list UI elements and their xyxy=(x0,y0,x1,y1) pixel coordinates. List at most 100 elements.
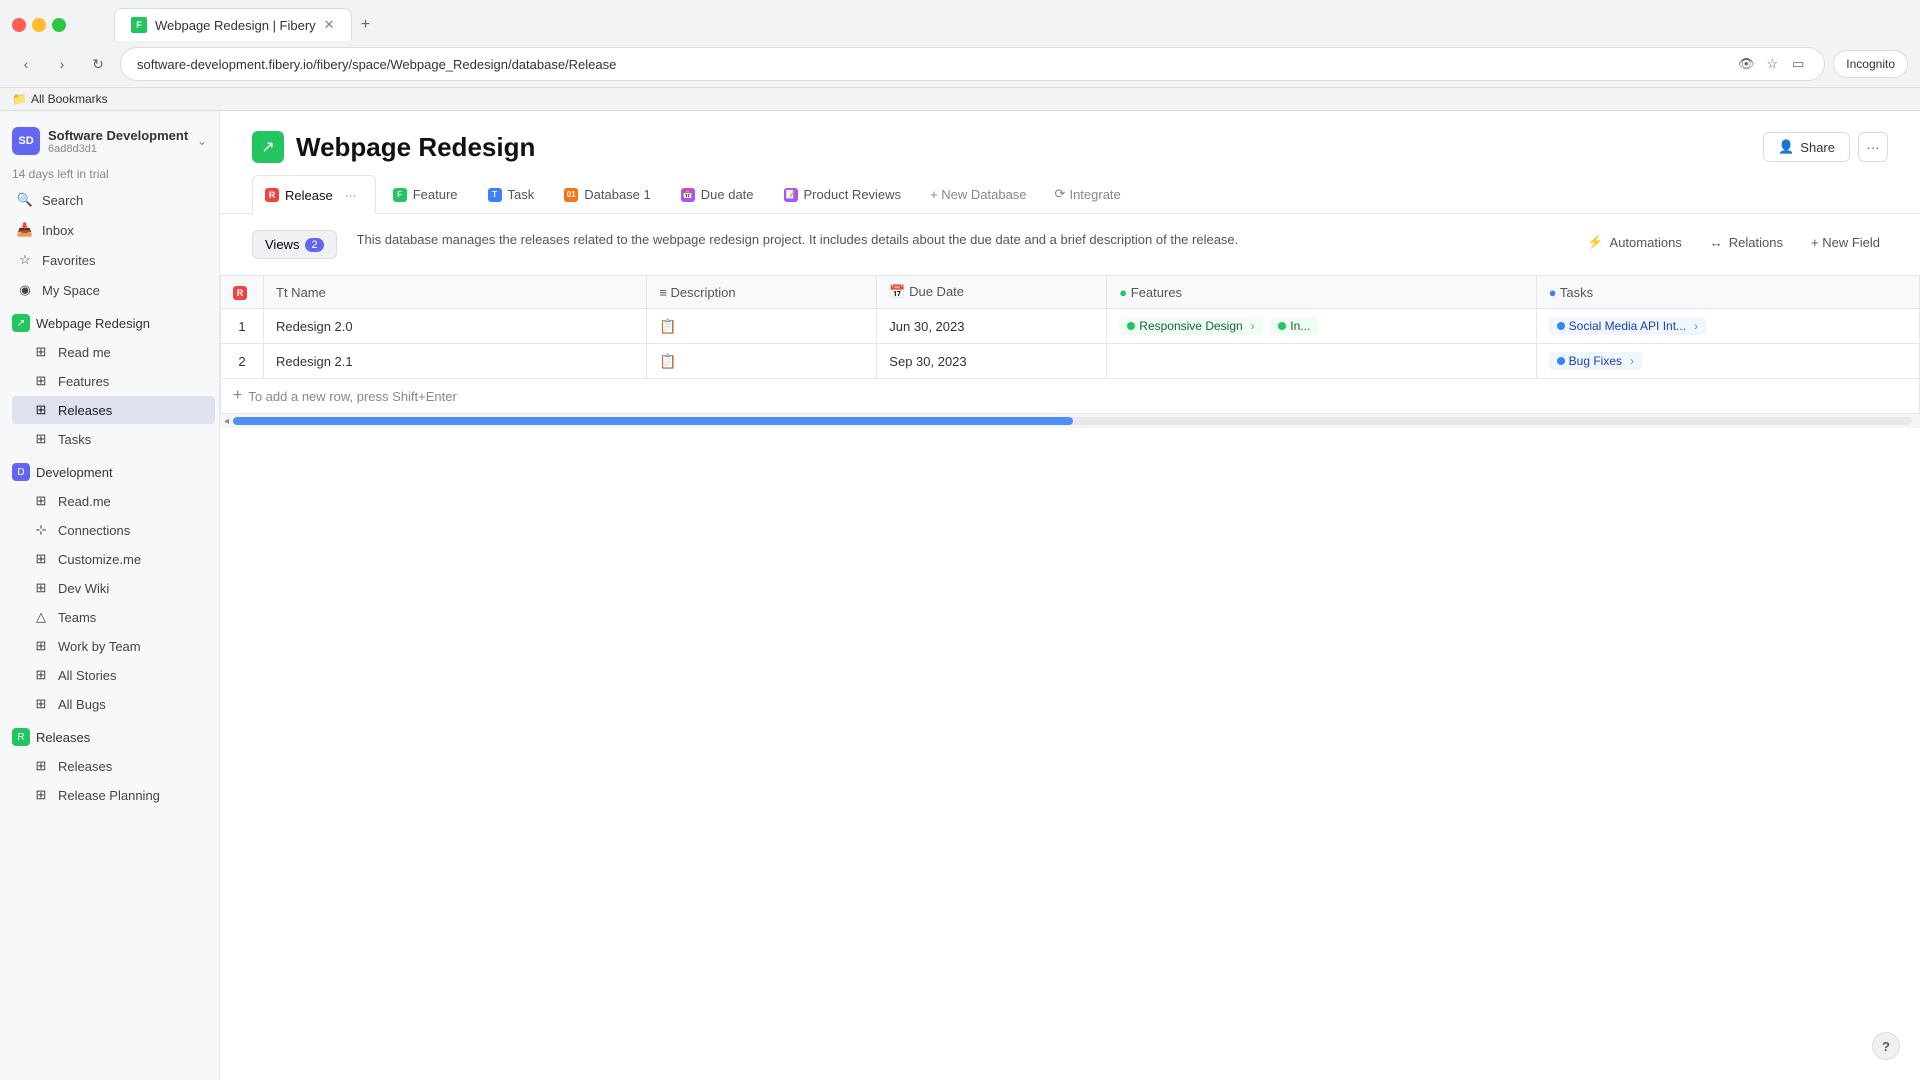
new-tab-button[interactable]: + xyxy=(352,11,380,39)
sidebar-item-inbox[interactable]: 📥 Inbox xyxy=(4,216,215,244)
row-features-2 xyxy=(1107,344,1536,379)
nodes-icon: ⊹ xyxy=(32,521,50,539)
tab-task[interactable]: T Task xyxy=(475,178,548,210)
tabs-bar: R Release ··· F Feature T Task 01 Databa… xyxy=(220,175,1920,214)
feature-tag-1[interactable]: Responsive Design › xyxy=(1119,317,1262,335)
incognito-button[interactable]: Incognito xyxy=(1833,50,1908,78)
th-tasks-icon: ● xyxy=(1549,285,1557,300)
table-row: 2 Redesign 2.1 📋 Sep 30, 2023 Bug Fixes … xyxy=(221,344,1920,379)
new-database-button[interactable]: + New Database xyxy=(918,179,1038,210)
sidebar-item-allstories[interactable]: ⊞ All Stories xyxy=(12,661,215,689)
close-button[interactable] xyxy=(12,18,26,32)
new-field-button[interactable]: + New Field xyxy=(1803,231,1888,254)
th-features[interactable]: ● Features xyxy=(1107,276,1536,309)
sidebar-item-teams[interactable]: △ Teams xyxy=(12,603,215,631)
search-label: Search xyxy=(42,193,83,208)
eye-slash-icon: 👁 xyxy=(1736,54,1756,74)
row-name-1[interactable]: Redesign 2.0 xyxy=(264,309,647,344)
section-header-webpage-redesign[interactable]: ↗ Webpage Redesign xyxy=(0,309,219,337)
section-header-releases[interactable]: R Releases xyxy=(0,723,219,751)
tab-close-button[interactable]: ✕ xyxy=(324,17,335,33)
scroll-left-arrow[interactable]: ◂ xyxy=(224,416,229,427)
section-header-development[interactable]: D Development xyxy=(0,458,219,486)
sidebar-item-readme-webpage[interactable]: ⊞ Read me xyxy=(12,338,215,366)
tab-feature[interactable]: F Feature xyxy=(380,178,471,210)
sidebar-item-releases-sub[interactable]: ⊞ Releases xyxy=(12,752,215,780)
allbugs-label: All Bugs xyxy=(58,697,106,712)
automations-button[interactable]: ⚡ Automations xyxy=(1579,230,1689,254)
horizontal-scrollbar[interactable]: ◂ xyxy=(220,414,1920,428)
chevron-down-icon: ⌄ xyxy=(197,134,207,148)
grid-icon-allbugs: ⊞ xyxy=(32,695,50,713)
minimize-button[interactable] xyxy=(32,18,46,32)
readme-label: Read me xyxy=(58,345,111,360)
forward-button[interactable]: › xyxy=(48,50,76,78)
sidebar-item-devwiki[interactable]: ⊞ Dev Wiki xyxy=(12,574,215,602)
more-options-button[interactable]: ··· xyxy=(1858,132,1888,162)
tab-database1[interactable]: 01 Database 1 xyxy=(551,178,664,210)
scrollbar-track[interactable] xyxy=(233,417,1912,425)
row-desc-2[interactable]: 📋 xyxy=(647,344,877,379)
sidebar-item-favorites[interactable]: ☆ Favorites xyxy=(4,246,215,274)
row-name-2[interactable]: Redesign 2.1 xyxy=(264,344,647,379)
tab-dot-duedate: 📅 xyxy=(681,188,695,202)
task-tag-1[interactable]: Social Media API Int... › xyxy=(1549,317,1706,335)
th-tasks[interactable]: ● Tasks xyxy=(1536,276,1919,309)
workspace-header[interactable]: SD Software Development 6ad8d3d1 ⌄ xyxy=(0,119,219,163)
sidebar-item-releaseplanning[interactable]: ⊞ Release Planning xyxy=(12,781,215,809)
sidebar-item-allbugs[interactable]: ⊞ All Bugs xyxy=(12,690,215,718)
tab-release[interactable]: R Release ··· xyxy=(252,175,376,214)
feature-tag-2[interactable]: In... xyxy=(1270,317,1318,335)
sidebar-item-tasks[interactable]: ⊞ Tasks xyxy=(12,425,215,453)
relations-button[interactable]: ↔ Relations xyxy=(1702,231,1791,254)
tab-duedate[interactable]: 📅 Due date xyxy=(668,178,767,210)
th-duedate[interactable]: 📅 Due Date xyxy=(877,276,1107,309)
sidebar-item-features[interactable]: ⊞ Features xyxy=(12,367,215,395)
sidebar-item-myspace[interactable]: ◉ My Space xyxy=(4,276,215,304)
url-text: software-development.fibery.io/fibery/sp… xyxy=(137,57,1728,72)
content-area: Views 2 This database manages the releas… xyxy=(220,214,1920,1080)
th-rownum: R xyxy=(221,276,264,309)
th-name[interactable]: Tt Name xyxy=(264,276,647,309)
help-button[interactable]: ? xyxy=(1872,1032,1900,1060)
row-desc-1[interactable]: 📋 xyxy=(647,309,877,344)
views-button[interactable]: Views 2 xyxy=(252,230,337,259)
row-date-1: Jun 30, 2023 xyxy=(877,309,1107,344)
views-section: Views 2 This database manages the releas… xyxy=(220,214,1920,275)
inbox-label: Inbox xyxy=(42,223,74,238)
window-controls[interactable] xyxy=(12,18,66,32)
bookmark-icon[interactable]: ☆ xyxy=(1762,54,1782,74)
profile-icon[interactable]: ▭ xyxy=(1788,54,1808,74)
active-tab[interactable]: F Webpage Redesign | Fibery ✕ xyxy=(114,8,352,41)
scrollbar-handle[interactable] xyxy=(233,417,1072,425)
table-container: R Tt Name ≡ Description 📅 Due Date xyxy=(220,275,1920,414)
task-tag-2[interactable]: Bug Fixes › xyxy=(1549,352,1642,370)
reload-button[interactable]: ↻ xyxy=(84,50,112,78)
sidebar-item-connections[interactable]: ⊹ Connections xyxy=(12,516,215,544)
views-label: Views xyxy=(265,237,299,252)
tab-productreviews[interactable]: 📝 Product Reviews xyxy=(771,178,915,210)
section-development: D Development ⊞ Read.me ⊹ Connections ⊞ … xyxy=(0,458,219,719)
tab-label-release: Release xyxy=(285,188,333,203)
sidebar-item-search[interactable]: 🔍 Search xyxy=(4,186,215,214)
more-arrow-task-1: › xyxy=(1694,319,1698,333)
section-label-releases: Releases xyxy=(36,730,90,745)
search-icon: 🔍 xyxy=(16,191,34,209)
customizeme-label: Customize.me xyxy=(58,552,141,567)
sidebar-item-readme-dev[interactable]: ⊞ Read.me xyxy=(12,487,215,515)
back-button[interactable]: ‹ xyxy=(12,50,40,78)
sidebar-item-workbyteam[interactable]: ⊞ Work by Team xyxy=(12,632,215,660)
automations-label: Automations xyxy=(1610,235,1682,250)
main-content: ↗ Webpage Redesign 👤 Share ··· R Release… xyxy=(220,111,1920,1080)
integrate-button[interactable]: ⟳ Integrate xyxy=(1043,178,1133,210)
maximize-button[interactable] xyxy=(52,18,66,32)
add-row-button[interactable]: + To add a new row, press Shift+Enter xyxy=(220,379,1920,414)
address-bar[interactable]: software-development.fibery.io/fibery/sp… xyxy=(120,47,1825,81)
sidebar-item-customizeme[interactable]: ⊞ Customize.me xyxy=(12,545,215,573)
section-icon-releases: R xyxy=(12,728,30,746)
tab-more-release[interactable]: ··· xyxy=(339,184,363,206)
th-description[interactable]: ≡ Description xyxy=(647,276,877,309)
share-button[interactable]: 👤 Share xyxy=(1763,132,1850,162)
page-actions: 👤 Share ··· xyxy=(1763,132,1888,162)
sidebar-item-releases-webpage[interactable]: ⊞ Releases xyxy=(12,396,215,424)
